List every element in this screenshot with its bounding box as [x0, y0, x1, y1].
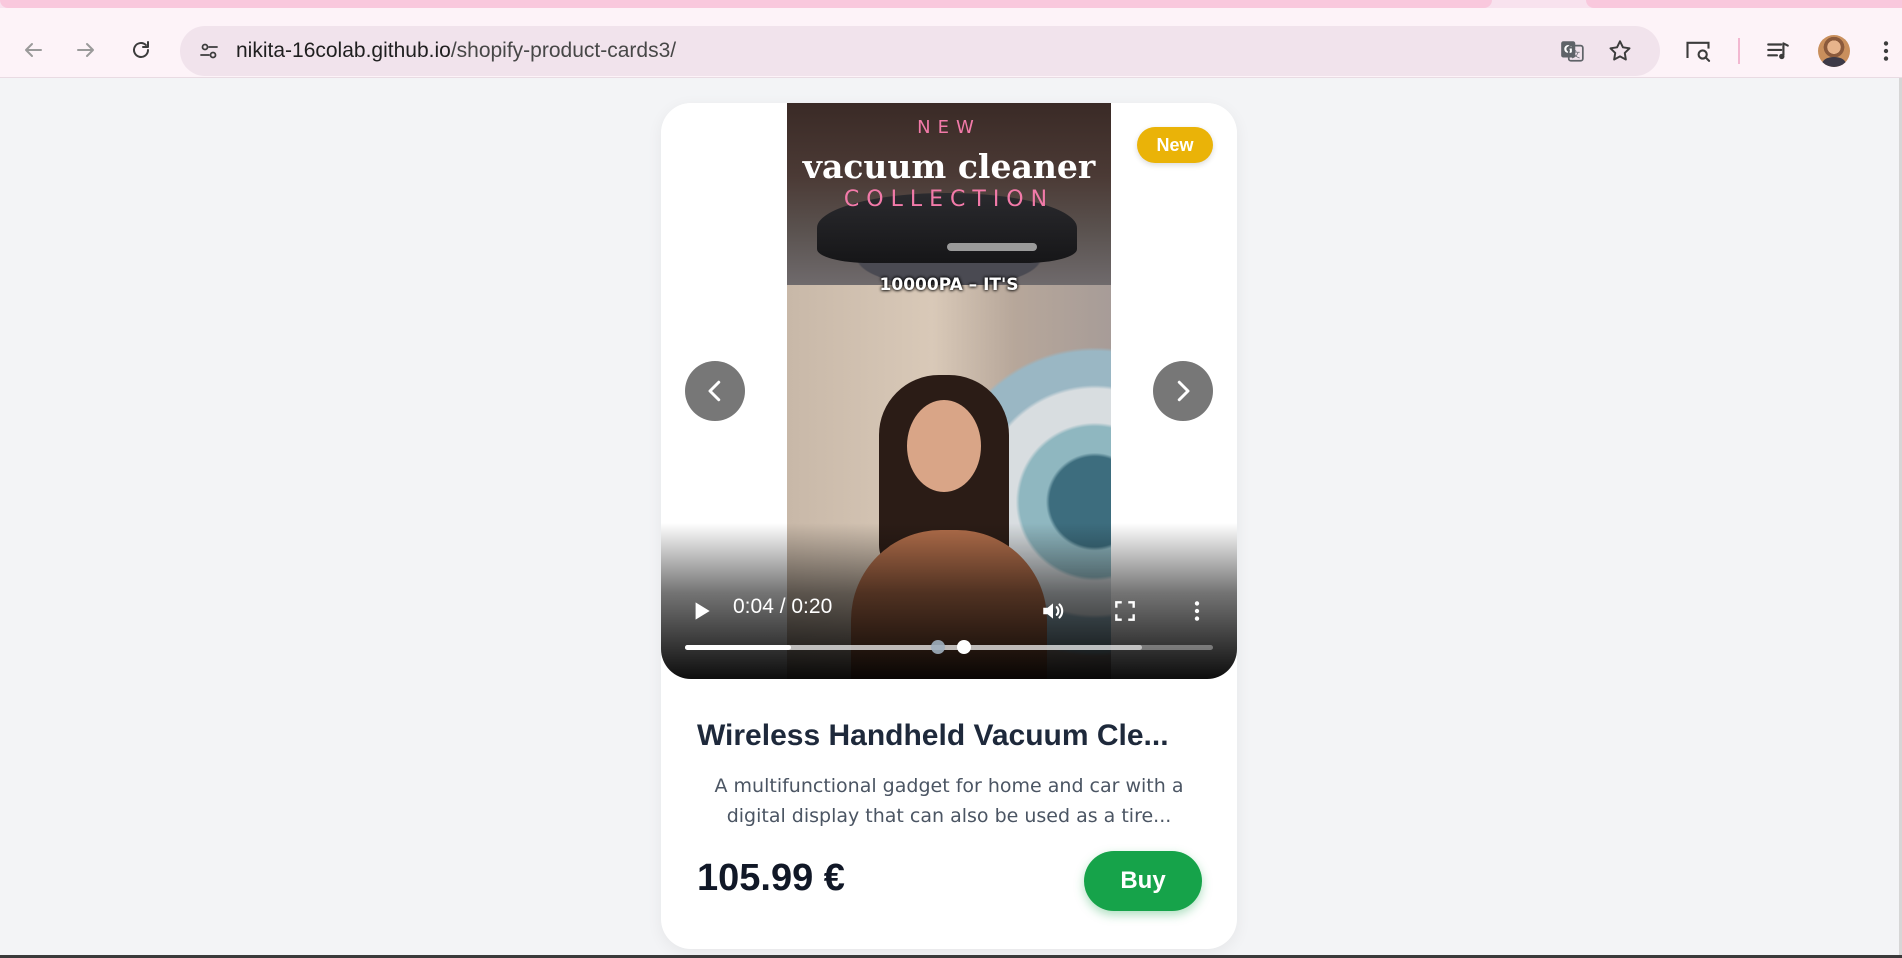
translate-button[interactable]: G 文 — [1556, 35, 1588, 67]
carousel-dot[interactable] — [957, 640, 971, 654]
kebab-menu-icon — [1194, 601, 1200, 621]
video-caption: 10000PA – IT'S — [879, 275, 1019, 295]
carousel-next-button[interactable] — [1153, 361, 1213, 421]
video-overlay-title: vacuum cleaner — [802, 147, 1096, 186]
product-description: A multifunctional gadget for home and ca… — [714, 775, 1184, 827]
toolbar-divider — [1738, 38, 1740, 64]
url-host: nikita-16colab.github.io — [236, 39, 451, 62]
address-bar[interactable]: nikita-16colab.github.io/shopify-product… — [180, 26, 1660, 76]
presenter-face — [907, 400, 981, 492]
url-text[interactable]: nikita-16colab.github.io/shopify-product… — [236, 26, 676, 76]
carousel-dots — [931, 640, 971, 654]
back-arrow-icon — [25, 43, 42, 57]
tab-strip — [0, 0, 1902, 8]
carousel-dot[interactable] — [931, 640, 945, 654]
browser-toolbar: nikita-16colab.github.io/shopify-product… — [0, 8, 1902, 78]
site-info-button[interactable] — [192, 34, 226, 68]
vacuum-stripe — [947, 243, 1037, 251]
video-scene-top: NEW vacuum cleaner COLLECTION — [787, 103, 1111, 285]
media-controls-button[interactable] — [1762, 35, 1794, 67]
fullscreen-icon — [1115, 601, 1135, 621]
tab[interactable] — [1586, 0, 1902, 8]
mute-button[interactable] — [1035, 593, 1071, 629]
chevron-left-icon — [708, 380, 721, 402]
product-card: NEW vacuum cleaner COLLECTION 10000PA – … — [661, 103, 1237, 949]
product-title: Wireless Handheld Vacuum Cle... — [697, 719, 1169, 752]
carousel-prev-button[interactable] — [685, 361, 745, 421]
lens-button[interactable] — [1682, 35, 1714, 67]
forward-button[interactable] — [65, 29, 107, 71]
new-badge: New — [1137, 127, 1213, 163]
play-icon — [695, 602, 710, 620]
product-info: Wireless Handheld Vacuum Cle... A multif… — [661, 679, 1237, 949]
svg-text:文: 文 — [1571, 49, 1580, 61]
product-media: NEW vacuum cleaner COLLECTION 10000PA – … — [661, 103, 1237, 679]
chevron-right-icon — [1177, 380, 1190, 402]
back-button[interactable] — [12, 29, 54, 71]
url-path: /shopify-product-cards3/ — [450, 39, 677, 62]
video-progress-fill — [685, 645, 791, 650]
reload-icon — [133, 41, 149, 58]
translate-icon: G 文 — [1561, 41, 1584, 62]
fullscreen-button[interactable] — [1107, 593, 1143, 629]
kebab-menu-icon — [1883, 41, 1889, 61]
product-price: 105.99 € — [697, 857, 845, 899]
profile-avatar[interactable] — [1818, 35, 1850, 67]
browser-menu-button[interactable] — [1870, 35, 1902, 67]
video-options-button[interactable] — [1179, 593, 1215, 629]
forward-arrow-icon — [77, 43, 94, 57]
search-screen-icon — [1686, 41, 1711, 62]
video-overlay-collection: COLLECTION — [843, 187, 1055, 212]
tune-icon — [200, 43, 218, 59]
video-overlay-new: NEW — [917, 117, 981, 138]
buy-button[interactable]: Buy — [1084, 851, 1202, 911]
reload-button[interactable] — [120, 29, 162, 71]
active-tab[interactable] — [0, 0, 1492, 8]
video-time: 0:04 / 0:20 — [733, 595, 833, 618]
media-control-icon — [1767, 42, 1789, 60]
play-button[interactable] — [683, 593, 719, 629]
star-icon — [1609, 40, 1631, 61]
volume-icon — [1043, 603, 1064, 619]
bookmark-button[interactable] — [1604, 35, 1636, 67]
